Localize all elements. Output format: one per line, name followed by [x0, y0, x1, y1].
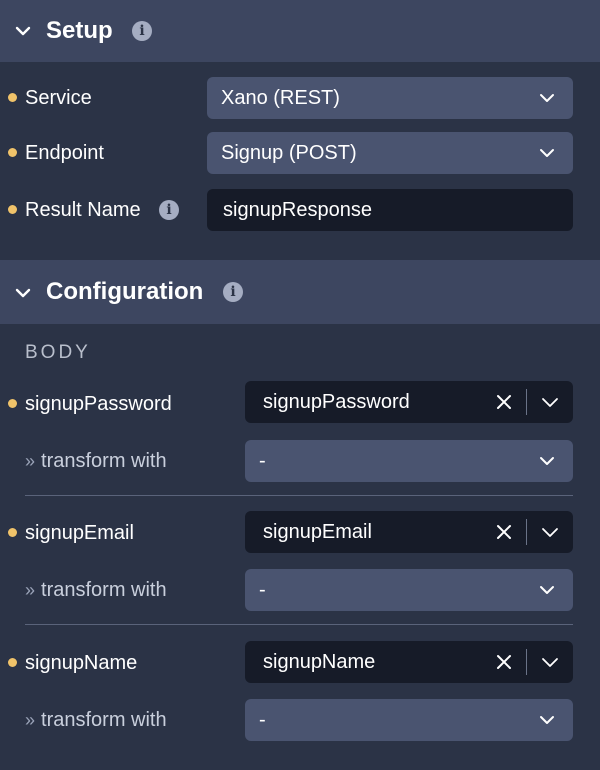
close-icon[interactable]: [495, 393, 513, 411]
chevron-down-icon: [540, 716, 554, 724]
service-label: Service: [25, 87, 92, 109]
transform-value: -: [259, 708, 266, 731]
required-dot: [8, 205, 17, 214]
close-icon[interactable]: [495, 523, 513, 541]
chevron-down-icon: [540, 586, 554, 594]
separator: [526, 649, 527, 675]
param-value-combobox[interactable]: signupName: [245, 641, 573, 683]
endpoint-value: Signup (POST): [221, 141, 357, 164]
chevron-down-icon[interactable]: [14, 22, 32, 40]
param-value: signupName: [263, 650, 376, 673]
double-chevron-right-icon: »: [25, 710, 36, 730]
transform-label: » transform with: [25, 709, 167, 731]
required-dot: [8, 658, 17, 667]
info-icon[interactable]: i: [132, 21, 152, 41]
chevron-down-icon[interactable]: [541, 653, 559, 671]
info-icon[interactable]: i: [159, 200, 179, 220]
close-icon[interactable]: [495, 653, 513, 671]
configuration-title: Configuration: [46, 278, 204, 305]
transform-value: -: [259, 449, 266, 472]
param-divider: [25, 495, 573, 496]
service-select[interactable]: Xano (REST): [207, 77, 573, 119]
param-value: signupEmail: [263, 520, 372, 543]
double-chevron-right-icon: »: [25, 580, 36, 600]
result-name-input[interactable]: signupResponse: [207, 189, 573, 231]
required-dot: [8, 148, 17, 157]
param-value-combobox[interactable]: signupEmail: [245, 511, 573, 553]
result-name-label: Result Name: [25, 199, 141, 221]
endpoint-select[interactable]: Signup (POST): [207, 132, 573, 174]
param-label: signupEmail: [25, 522, 134, 544]
required-dot: [8, 93, 17, 102]
configuration-section-header[interactable]: Configuration i: [0, 260, 600, 324]
required-dot: [8, 528, 17, 537]
setup-section-header[interactable]: Setup i: [0, 0, 600, 62]
result-name-value: signupResponse: [223, 198, 372, 221]
chevron-down-icon: [540, 457, 554, 465]
param-value: signupPassword: [263, 390, 410, 413]
separator: [526, 389, 527, 415]
setup-title: Setup: [46, 17, 113, 44]
param-label: signupName: [25, 652, 138, 674]
separator: [526, 519, 527, 545]
transform-label: » transform with: [25, 579, 167, 601]
transform-select[interactable]: -: [245, 699, 573, 741]
transform-select[interactable]: -: [245, 440, 573, 482]
transform-value: -: [259, 578, 266, 601]
service-value: Xano (REST): [221, 86, 340, 109]
body-group-label: BODY: [25, 342, 91, 363]
endpoint-label: Endpoint: [25, 142, 104, 164]
param-divider: [25, 624, 573, 625]
param-label: signupPassword: [25, 393, 172, 415]
chevron-down-icon: [540, 149, 554, 157]
double-chevron-right-icon: »: [25, 451, 36, 471]
required-dot: [8, 399, 17, 408]
transform-select[interactable]: -: [245, 569, 573, 611]
chevron-down-icon[interactable]: [14, 284, 32, 302]
info-icon[interactable]: i: [223, 282, 243, 302]
chevron-down-icon[interactable]: [541, 523, 559, 541]
chevron-down-icon[interactable]: [541, 393, 559, 411]
param-value-combobox[interactable]: signupPassword: [245, 381, 573, 423]
chevron-down-icon: [540, 94, 554, 102]
transform-label: » transform with: [25, 450, 167, 472]
